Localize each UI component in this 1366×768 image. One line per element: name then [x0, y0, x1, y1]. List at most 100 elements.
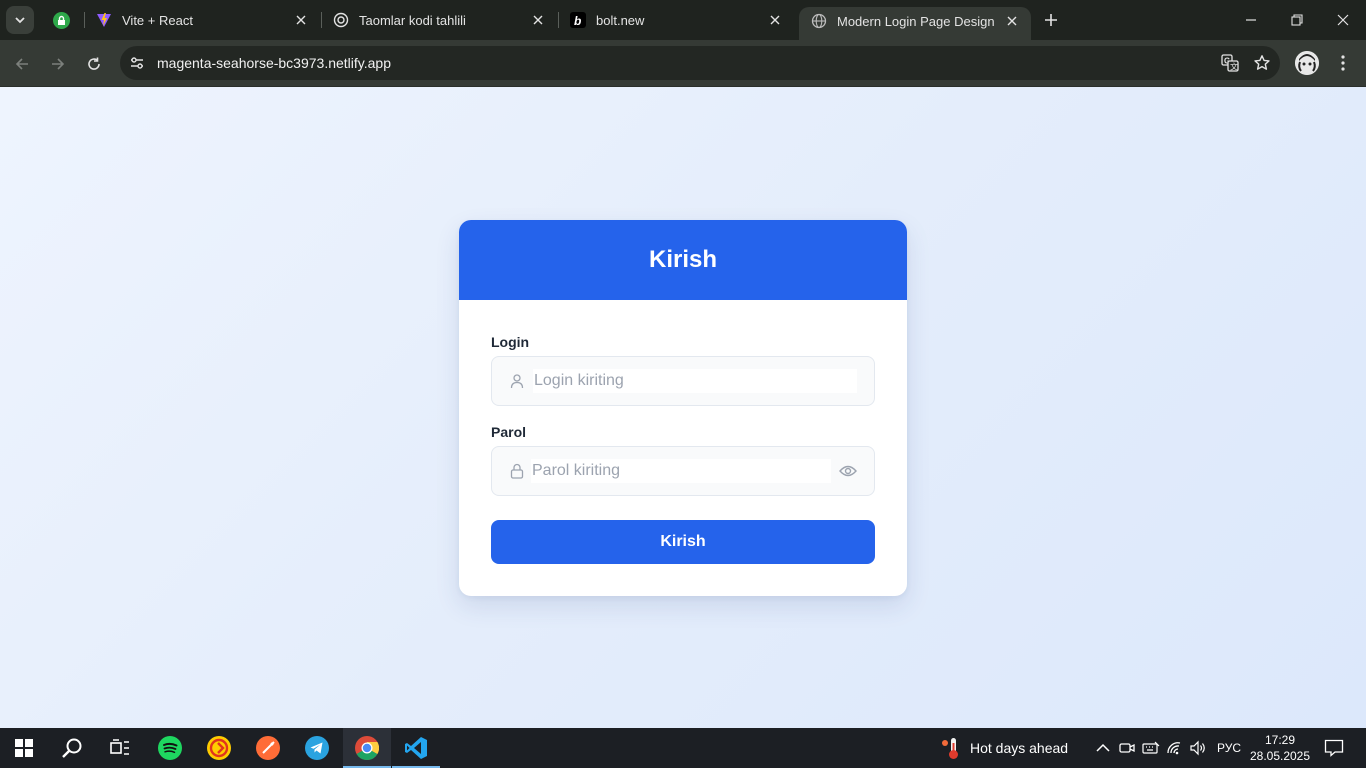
svg-text:b: b: [574, 14, 581, 28]
close-tab-icon[interactable]: [292, 11, 310, 29]
telegram-icon: [305, 736, 329, 760]
tab-taomlar[interactable]: Taomlar kodi tahlili: [321, 6, 557, 34]
url-text: magenta-seahorse-bc3973.netlify.app: [157, 55, 392, 71]
new-tab-button[interactable]: [1040, 9, 1062, 31]
weather-text: Hot days ahead: [970, 740, 1069, 756]
tab-title: Modern Login Page Design: [837, 13, 995, 29]
clock-date: 28.05.2025: [1249, 749, 1311, 763]
thermometer-icon: [942, 738, 958, 759]
svg-text:文: 文: [1230, 62, 1238, 72]
tab-title: Vite + React: [122, 12, 193, 28]
windows-start-icon: [15, 739, 33, 757]
task-view-button[interactable]: [96, 728, 144, 768]
browser-toolbar: magenta-seahorse-bc3973.netlify.app G文: [0, 40, 1366, 87]
login-card: Kirish Login Parol Kirish: [459, 220, 907, 596]
weather-widget[interactable]: Hot days ahead: [940, 728, 1068, 768]
tab-vite-react[interactable]: Vite + React: [84, 6, 320, 34]
password-label: Parol: [491, 424, 527, 440]
vite-icon: [96, 12, 112, 28]
speaker-icon: [1190, 740, 1205, 756]
pinned-tab[interactable]: [44, 6, 78, 34]
login-submit-button[interactable]: Kirish: [491, 520, 875, 564]
postman-icon: [256, 736, 280, 760]
password-field[interactable]: [491, 446, 875, 496]
tab-title: Taomlar kodi tahlili: [359, 12, 466, 28]
site-info-button[interactable]: [123, 49, 151, 77]
minimize-icon: [1246, 19, 1256, 21]
close-window-button[interactable]: [1320, 0, 1366, 40]
search-icon: [62, 738, 82, 758]
clock-time: 17:29: [1264, 733, 1296, 747]
chrome-icon: [355, 736, 379, 760]
star-icon: [1254, 55, 1270, 70]
login-field[interactable]: [491, 356, 875, 406]
tab-title: bolt.new: [596, 12, 645, 28]
arrow-left-icon: [15, 58, 28, 70]
openai-icon: [333, 12, 349, 28]
taskbar-yandex-music[interactable]: [195, 728, 243, 768]
plus-icon: [1045, 14, 1057, 26]
page-title: Kirish: [648, 246, 717, 273]
taskbar-spotify[interactable]: [146, 728, 194, 768]
tab-modern-login[interactable]: Modern Login Page Design: [799, 7, 1031, 40]
task-view-icon: [110, 739, 129, 755]
tray-overflow-button[interactable]: [1094, 739, 1112, 757]
address-bar[interactable]: magenta-seahorse-bc3973.netlify.app G文: [120, 46, 1280, 80]
more-vertical-icon: [1341, 55, 1345, 71]
taskbar-search[interactable]: [48, 728, 96, 768]
tab-search-button[interactable]: [6, 6, 34, 34]
card-header: Kirish: [459, 220, 907, 300]
minimize-button[interactable]: [1228, 0, 1274, 40]
network-tray[interactable]: [1166, 739, 1184, 757]
chevron-up-icon: [1096, 743, 1110, 752]
language-indicator[interactable]: РУС: [1217, 741, 1241, 755]
windows-taskbar: Hot days ahead РУС 17:29 28.05.2025: [0, 728, 1366, 768]
back-button[interactable]: [9, 51, 35, 77]
start-button[interactable]: [0, 728, 48, 768]
taskbar-telegram[interactable]: [293, 728, 341, 768]
profile-avatar[interactable]: [1295, 51, 1319, 75]
globe-icon: [811, 13, 827, 29]
eye-icon[interactable]: [837, 460, 859, 482]
browser-menu-button[interactable]: [1333, 50, 1353, 76]
taskbar-chrome[interactable]: [343, 728, 391, 768]
page-viewport: Kirish Login Parol Kirish: [0, 87, 1366, 728]
lock-icon: [509, 463, 525, 479]
reload-button[interactable]: [81, 51, 107, 77]
yandex-music-icon: [207, 736, 231, 760]
login-input[interactable]: [533, 369, 857, 393]
translate-button[interactable]: G文: [1216, 49, 1244, 77]
camera-icon: [1119, 743, 1135, 753]
vscode-icon: [405, 737, 427, 759]
bookmark-button[interactable]: [1248, 49, 1276, 77]
user-icon: [509, 373, 525, 389]
volume-tray[interactable]: [1189, 739, 1207, 757]
clock[interactable]: 17:29 28.05.2025: [1244, 732, 1316, 764]
password-input[interactable]: [531, 459, 831, 483]
wifi-icon: [1167, 742, 1181, 755]
avatar-icon: [1295, 51, 1319, 75]
notification-icon: [1324, 739, 1344, 757]
taskbar-postman[interactable]: [244, 728, 292, 768]
bolt-icon: b: [570, 12, 586, 28]
login-label: Login: [491, 334, 530, 350]
keyboard-tray[interactable]: [1142, 739, 1160, 757]
close-icon: [1337, 14, 1349, 26]
chevron-down-icon: [15, 17, 25, 24]
taskbar-vscode[interactable]: [392, 728, 440, 768]
tab-bolt[interactable]: b bolt.new: [558, 6, 794, 34]
green-lock-favicon-icon: [52, 11, 70, 29]
tune-icon: [131, 57, 143, 69]
arrow-right-icon: [52, 58, 65, 70]
notification-center-button[interactable]: [1322, 736, 1346, 760]
close-tab-icon[interactable]: [766, 11, 784, 29]
translate-icon: G文: [1221, 54, 1239, 72]
forward-button[interactable]: [45, 51, 71, 77]
close-tab-icon[interactable]: [1003, 12, 1021, 30]
meet-now-tray[interactable]: [1118, 739, 1136, 757]
reload-icon: [88, 57, 100, 70]
close-tab-icon[interactable]: [529, 11, 547, 29]
keyboard-icon: [1142, 741, 1160, 754]
spotify-icon: [158, 736, 182, 760]
restore-button[interactable]: [1274, 0, 1320, 40]
